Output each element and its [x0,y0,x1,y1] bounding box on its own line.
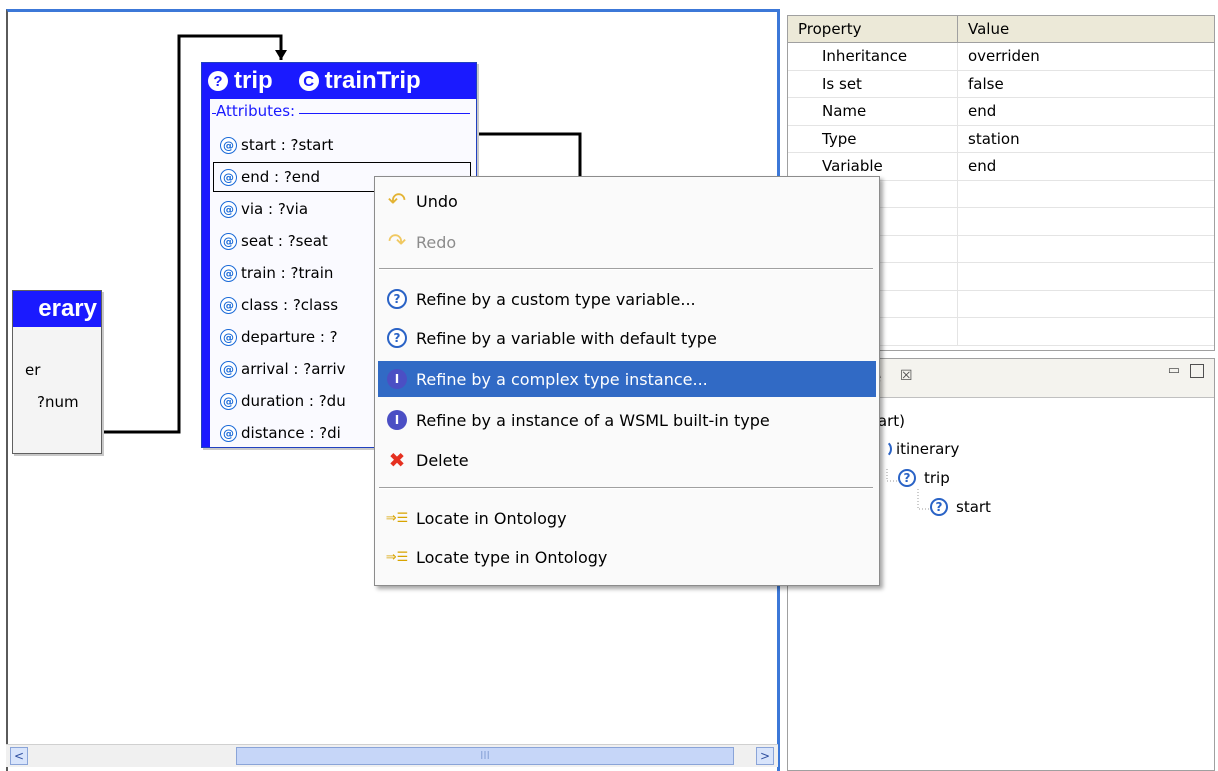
tree-item-start[interactable]: ? start [930,498,991,516]
property-row[interactable]: Type station [788,125,1214,153]
property-row[interactable]: Name end [788,98,1214,126]
attribute-icon: @ [220,424,237,442]
menu-item-refine-complex-type-instance[interactable]: I Refine by a complex type instance... [378,361,876,397]
concept-icon: C [298,71,319,91]
context-menu: ↶ Undo ↷ Redo ? Refine by a custom type … [374,176,880,586]
redo-icon: ↷ [387,229,407,255]
menu-separator [379,268,873,270]
attribute-icon: @ [220,392,237,410]
tree-item-itinerary[interactable]: itinerary [874,440,959,458]
attribute-icon: @ [220,360,237,378]
attributes-label: Attributes: [216,102,300,120]
itinerary-node[interactable]: erary er ?num [12,290,102,454]
attribute-icon: @ [220,296,237,314]
property-row[interactable]: Inheritance overriden [788,43,1214,71]
menu-separator [379,487,873,489]
trip-node-type: trainTrip [324,67,421,94]
question-icon: ? [930,498,948,516]
trip-node-header[interactable]: ? trip C trainTrip [202,63,476,99]
scroll-thumb[interactable]: III [236,747,734,765]
menu-item-redo[interactable]: ↷ Redo [378,224,876,260]
scroll-left-button[interactable]: < [10,747,28,765]
question-icon: ? [898,469,916,487]
menu-item-locate-type-in-ontology[interactable]: ⇒☰ Locate type in Ontology [378,539,876,575]
property-row[interactable]: Is set false [788,70,1214,98]
property-column-header[interactable]: Property [788,16,958,42]
attribute-icon: @ [220,200,237,218]
menu-item-undo[interactable]: ↶ Undo [378,183,876,219]
locate-icon: ⇒☰ [385,549,409,565]
properties-header: Property Value [788,16,1214,43]
menu-item-refine-wsml-builtin[interactable]: I Refine by a instance of a WSML built-i… [378,402,876,438]
attribute-row[interactable]: @ start : ?start [212,129,472,161]
menu-item-delete[interactable]: ✖ Delete [378,442,876,478]
attribute-icon: @ [220,168,237,186]
undo-icon: ↶ [387,188,407,214]
menu-item-locate-in-ontology[interactable]: ⇒☰ Locate in Ontology [378,500,876,536]
attribute-icon: @ [220,328,237,346]
scroll-right-button[interactable]: > [756,747,774,765]
value-column-header[interactable]: Value [958,16,1009,42]
question-icon: ? [387,289,407,309]
attribute-icon: @ [220,232,237,250]
menu-item-refine-default-type[interactable]: ? Refine by a variable with default type [378,320,876,356]
node-left-bar [202,99,210,447]
attribute-icon: @ [220,264,237,282]
tree-item-trip[interactable]: ? trip [898,469,950,487]
itinerary-attr-fragment-value: ?num [37,393,79,411]
instance-icon: I [387,410,407,430]
question-icon: ? [387,328,407,348]
menu-item-refine-custom-type-variable[interactable]: ? Refine by a custom type variable... [378,281,876,317]
itinerary-node-title: erary [13,291,101,327]
question-icon: ? [208,71,228,91]
locate-icon: ⇒☰ [385,510,409,526]
trip-node-title: trip [234,67,273,94]
itinerary-attr-fragment: er [25,361,41,379]
attribute-icon: @ [220,136,237,154]
horizontal-scrollbar[interactable]: < III > [6,744,778,767]
instance-icon: I [387,369,407,389]
delete-icon: ✖ [388,448,406,472]
